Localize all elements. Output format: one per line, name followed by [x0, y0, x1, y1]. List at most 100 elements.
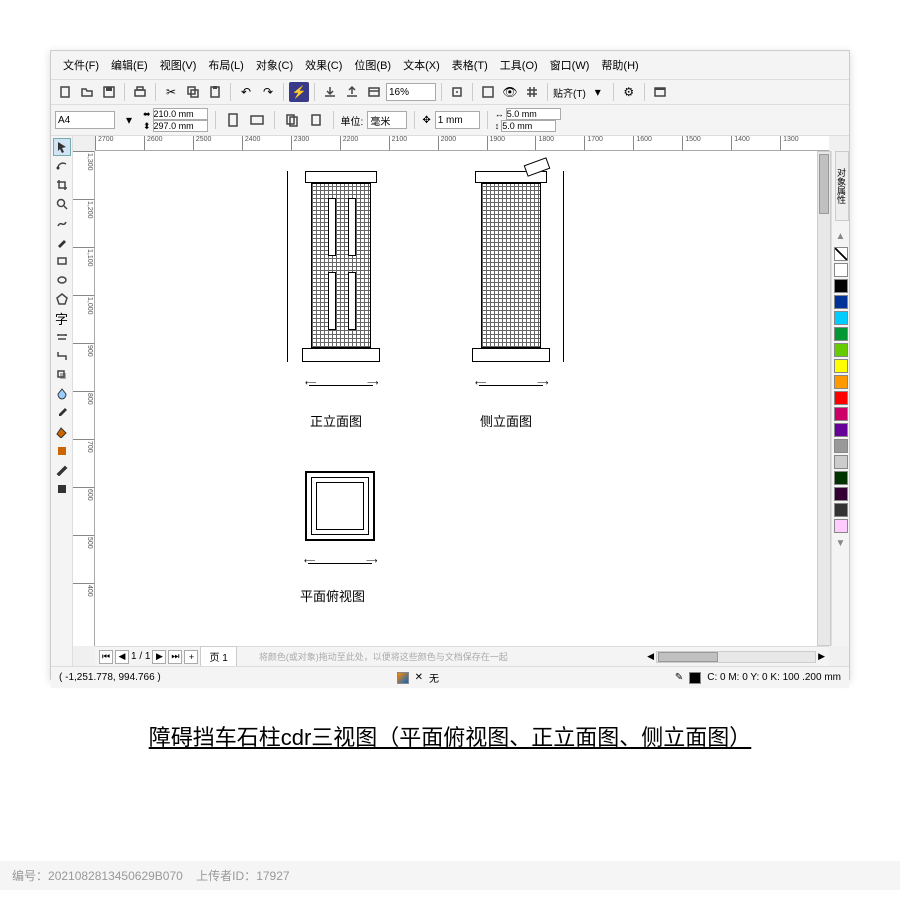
transparency-tool-icon[interactable]	[53, 385, 71, 403]
color-swatch[interactable]	[834, 519, 848, 533]
color-swatch[interactable]	[834, 279, 848, 293]
undo-icon[interactable]: ↶	[236, 82, 256, 102]
ellipse-tool-icon[interactable]	[53, 271, 71, 289]
pick-tool-icon[interactable]	[53, 138, 71, 156]
outline-pen-status-icon: ✎	[675, 672, 683, 683]
publish-icon[interactable]	[364, 82, 384, 102]
unit-select[interactable]	[367, 111, 407, 129]
snap-icon[interactable]	[447, 82, 467, 102]
dup-x-input[interactable]	[506, 108, 561, 120]
preview-icon[interactable]: 👁	[500, 82, 520, 102]
color-info: C: 0 M: 0 Y: 0 K: 100 .200 mm	[707, 672, 841, 683]
landscape-icon[interactable]	[247, 110, 267, 130]
crop-tool-icon[interactable]	[53, 176, 71, 194]
chevron-down-icon[interactable]: ▾	[588, 82, 608, 102]
scroll-left-icon[interactable]: ◀	[647, 651, 654, 662]
fill-flyout-icon[interactable]	[53, 480, 71, 498]
canvas[interactable]: ⟵ ⟶ 正立面图 ⟵ ⟶ 侧立面图	[95, 151, 829, 646]
palette-up-icon[interactable]: ▲	[836, 231, 846, 242]
add-page-icon[interactable]: +	[184, 650, 198, 664]
prev-page-icon[interactable]: ◀	[115, 650, 129, 664]
color-swatch[interactable]	[834, 343, 848, 357]
swatch-none[interactable]	[834, 247, 848, 261]
color-swatch[interactable]	[834, 263, 848, 277]
label-plan-view: 平面俯视图	[300, 586, 365, 605]
nudge-input[interactable]	[435, 111, 480, 129]
snap-to-label[interactable]: 贴齐(T)	[553, 85, 586, 100]
connector-tool-icon[interactable]	[53, 347, 71, 365]
paste-icon[interactable]	[205, 82, 225, 102]
rectangle-tool-icon[interactable]	[53, 252, 71, 270]
new-icon[interactable]	[55, 82, 75, 102]
color-swatch[interactable]	[834, 359, 848, 373]
fullscreen-icon[interactable]	[478, 82, 498, 102]
outline-pen-icon[interactable]	[53, 461, 71, 479]
color-swatch[interactable]	[834, 375, 848, 389]
text-tool-icon[interactable]: 字	[53, 309, 71, 327]
portrait-icon[interactable]	[223, 110, 243, 130]
color-swatch[interactable]	[834, 407, 848, 421]
artistic-media-icon[interactable]	[53, 233, 71, 251]
dup-y-input[interactable]	[501, 120, 556, 132]
scrollbar-vertical[interactable]	[817, 151, 831, 646]
color-swatch[interactable]	[834, 391, 848, 405]
scrollbar-horizontal[interactable]	[656, 651, 816, 663]
color-swatch[interactable]	[834, 471, 848, 485]
menu-effect[interactable]: 效果(C)	[301, 55, 346, 75]
fill-tool-icon[interactable]	[53, 423, 71, 441]
menu-object[interactable]: 对象(C)	[252, 55, 297, 75]
import-icon[interactable]	[320, 82, 340, 102]
color-swatch[interactable]	[834, 439, 848, 453]
menu-edit[interactable]: 编辑(E)	[107, 55, 152, 75]
color-swatch[interactable]	[834, 487, 848, 501]
menu-view[interactable]: 视图(V)	[156, 55, 201, 75]
polygon-tool-icon[interactable]	[53, 290, 71, 308]
object-properties-tab[interactable]: 对象属性	[835, 151, 849, 221]
menu-table[interactable]: 表格(T)	[448, 55, 492, 75]
page-size-select[interactable]	[55, 111, 115, 129]
color-swatch[interactable]	[834, 327, 848, 341]
chevron-down-icon[interactable]: ▾	[119, 110, 139, 130]
menu-text[interactable]: 文本(X)	[399, 55, 444, 75]
cut-icon[interactable]: ✂	[161, 82, 181, 102]
copy-icon[interactable]	[183, 82, 203, 102]
first-page-icon[interactable]: ⏮	[99, 650, 113, 664]
launcher-icon[interactable]	[650, 82, 670, 102]
scroll-right-icon[interactable]: ▶	[818, 651, 825, 662]
smart-fill-icon[interactable]	[53, 442, 71, 460]
palette-down-icon[interactable]: ▼	[836, 538, 846, 549]
eyedropper-icon[interactable]	[53, 404, 71, 422]
menu-file[interactable]: 文件(F)	[59, 55, 103, 75]
search-icon[interactable]: ⚡	[289, 82, 309, 102]
page-width-input[interactable]	[153, 108, 208, 120]
page-height-input[interactable]	[153, 120, 208, 132]
options-icon[interactable]: ⚙	[619, 82, 639, 102]
color-swatch[interactable]	[834, 295, 848, 309]
drop-shadow-icon[interactable]	[53, 366, 71, 384]
print-icon[interactable]	[130, 82, 150, 102]
color-swatch[interactable]	[834, 423, 848, 437]
color-swatch[interactable]	[834, 503, 848, 517]
zoom-select[interactable]	[386, 83, 436, 101]
redo-icon[interactable]: ↷	[258, 82, 278, 102]
export-icon[interactable]	[342, 82, 362, 102]
open-icon[interactable]	[77, 82, 97, 102]
save-icon[interactable]	[99, 82, 119, 102]
current-page-icon[interactable]	[306, 110, 326, 130]
next-page-icon[interactable]: ▶	[152, 650, 166, 664]
color-swatch[interactable]	[834, 455, 848, 469]
last-page-icon[interactable]: ⏭	[168, 650, 182, 664]
menu-tool[interactable]: 工具(O)	[496, 55, 542, 75]
freehand-tool-icon[interactable]	[53, 214, 71, 232]
menu-bitmap[interactable]: 位图(B)	[350, 55, 395, 75]
menu-help[interactable]: 帮助(H)	[597, 55, 642, 75]
page-tab[interactable]: 页 1	[200, 646, 236, 666]
menu-window[interactable]: 窗口(W)	[546, 55, 594, 75]
zoom-tool-icon[interactable]	[53, 195, 71, 213]
shape-tool-icon[interactable]	[53, 157, 71, 175]
grid-icon[interactable]	[522, 82, 542, 102]
color-swatch[interactable]	[834, 311, 848, 325]
menu-layout[interactable]: 布局(L)	[204, 55, 247, 75]
parallel-dim-icon[interactable]	[53, 328, 71, 346]
all-pages-icon[interactable]	[282, 110, 302, 130]
